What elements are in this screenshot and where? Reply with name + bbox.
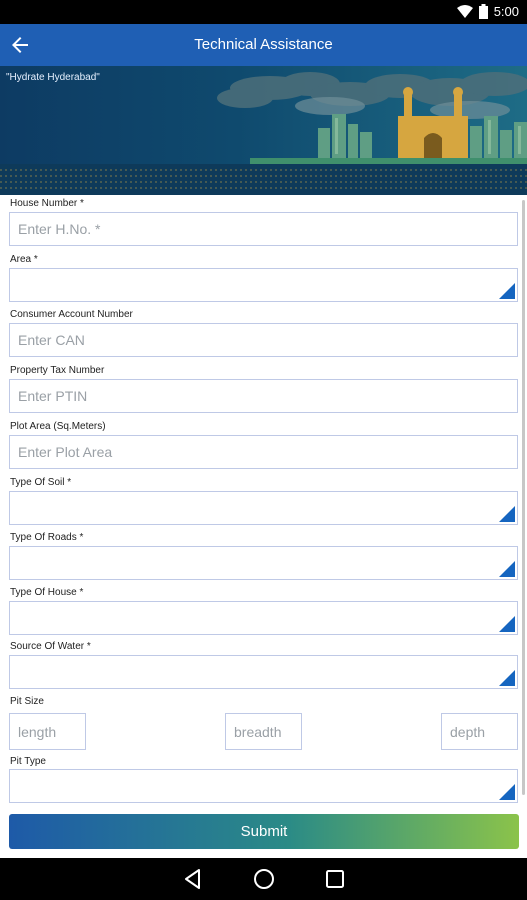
dropdown-indicator-icon [499, 506, 515, 522]
pit-breadth-input[interactable] [226, 714, 301, 749]
battery-icon [478, 4, 488, 19]
house-number-input[interactable] [10, 213, 517, 245]
dropdown-indicator-icon [499, 784, 515, 800]
pit-breadth-field[interactable] [225, 713, 302, 750]
technical-assistance-form: House Number * Area * Consumer Account N… [0, 195, 527, 805]
banner-tagline: "Hydrate Hyderabad" [6, 72, 100, 83]
app-bar: Technical Assistance [0, 24, 527, 66]
house-number-label: House Number * [10, 198, 84, 209]
nav-back-icon[interactable] [181, 867, 205, 891]
consumer-account-number-field[interactable] [9, 323, 518, 357]
pit-depth-field[interactable] [441, 713, 518, 750]
type-of-roads-dropdown[interactable] [9, 546, 518, 580]
navigation-bar [0, 858, 527, 900]
nav-recents-icon[interactable] [323, 867, 347, 891]
pit-size-label: Pit Size [10, 696, 44, 707]
pit-depth-input[interactable] [442, 714, 517, 749]
dropdown-indicator-icon [499, 616, 515, 632]
form-scrollbar[interactable] [522, 200, 525, 795]
consumer-account-number-input[interactable] [10, 324, 517, 356]
dropdown-indicator-icon [499, 561, 515, 577]
wifi-icon [456, 4, 473, 18]
type-of-soil-label: Type Of Soil * [10, 477, 72, 488]
plot-area-input[interactable] [10, 436, 517, 468]
status-time: 5:00 [493, 4, 519, 19]
dropdown-indicator-icon [499, 670, 515, 686]
dropdown-indicator-icon [499, 283, 515, 299]
source-of-water-label: Source Of Water * [10, 641, 91, 652]
nav-home-icon[interactable] [252, 867, 276, 891]
area-label: Area * [10, 254, 38, 265]
status-bar: 5:00 [0, 0, 527, 24]
property-tax-number-input[interactable] [10, 380, 517, 412]
header-banner: "Hydrate Hyderabad" [0, 66, 527, 195]
property-tax-number-label: Property Tax Number [10, 365, 105, 376]
page-title: Technical Assistance [194, 36, 333, 53]
consumer-account-number-label: Consumer Account Number [10, 309, 133, 320]
pit-type-dropdown[interactable] [9, 769, 518, 803]
pit-type-label: Pit Type [10, 756, 46, 767]
area-dropdown[interactable] [9, 268, 518, 302]
house-number-field[interactable] [9, 212, 518, 246]
type-of-house-label: Type Of House * [10, 587, 84, 598]
plot-area-label: Plot Area (Sq.Meters) [10, 421, 106, 432]
property-tax-number-field[interactable] [9, 379, 518, 413]
type-of-roads-label: Type Of Roads * [10, 532, 84, 543]
pit-length-input[interactable] [10, 714, 85, 749]
submit-button[interactable]: Submit [9, 814, 519, 849]
plot-area-field[interactable] [9, 435, 518, 469]
type-of-soil-dropdown[interactable] [9, 491, 518, 525]
type-of-house-dropdown[interactable] [9, 601, 518, 635]
pit-length-field[interactable] [9, 713, 86, 750]
source-of-water-dropdown[interactable] [9, 655, 518, 689]
hyderabad-skyline-illustration [0, 72, 527, 195]
